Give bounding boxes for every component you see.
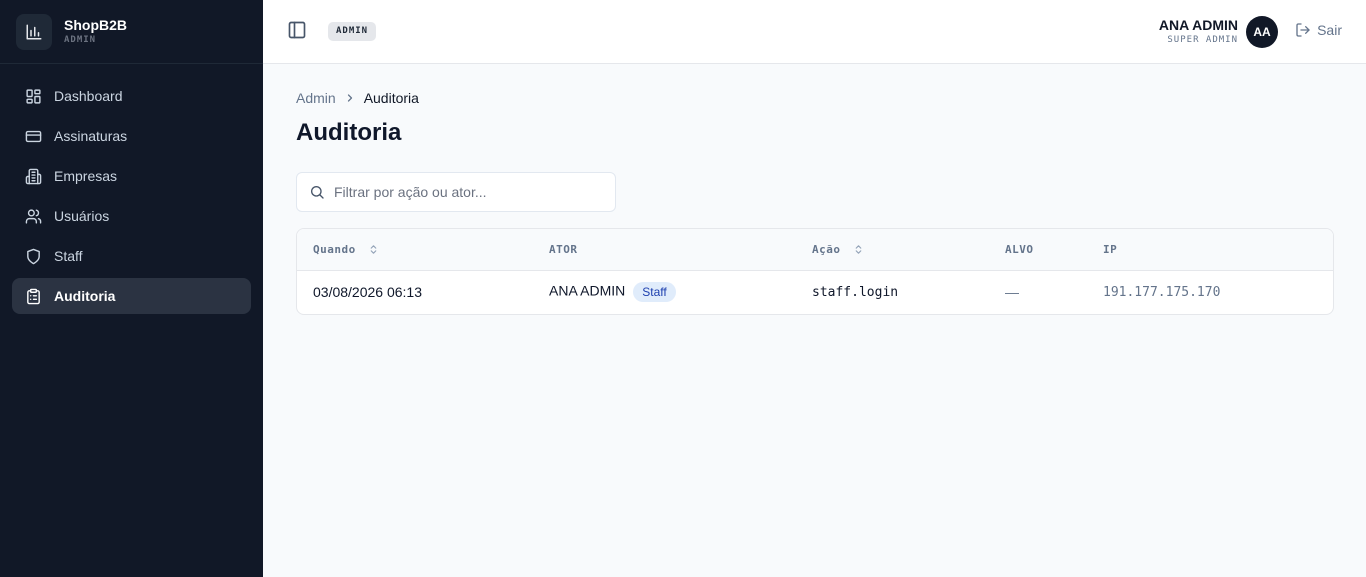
logout-button[interactable]: Sair — [1295, 22, 1342, 38]
main-content: Admin Auditoria Auditoria Quando — [296, 64, 1334, 315]
cell-action: staff.login — [812, 284, 899, 300]
sidebar-toggle-button[interactable] — [287, 20, 307, 45]
search-icon — [309, 184, 325, 200]
user-info: ANA ADMIN SUPER ADMIN — [1159, 16, 1238, 46]
cell-when: 03/08/2026 06:13 — [313, 284, 422, 301]
brand-name: ShopB2B — [64, 16, 127, 33]
bar-chart-icon — [16, 13, 52, 50]
column-header-quando[interactable]: Quando — [297, 229, 533, 270]
building-icon — [24, 167, 42, 185]
breadcrumb-item-admin[interactable]: Admin — [296, 90, 336, 106]
column-header-label: ALVO — [1005, 242, 1034, 256]
credit-card-icon — [24, 127, 42, 145]
column-header-acao[interactable]: Ação — [796, 229, 989, 270]
env-badge: ADMIN — [328, 22, 377, 41]
cell-actor: ANA ADMIN Staff — [533, 270, 796, 314]
sidebar-nav: Dashboard Assinaturas Empresas Usuários … — [0, 64, 263, 332]
table-header-row: Quando ATOR Ação ALVO IP — [297, 229, 1333, 270]
sort-icon — [853, 244, 864, 255]
sidebar-item-staff[interactable]: Staff — [12, 238, 251, 274]
avatar[interactable]: AA — [1246, 16, 1278, 48]
column-header-ator: ATOR — [533, 229, 796, 270]
breadcrumb: Admin Auditoria — [296, 90, 1334, 106]
audit-table: Quando ATOR Ação ALVO IP 03/08/2026 06:1… — [296, 228, 1334, 315]
brand-subtitle: ADMIN — [64, 34, 97, 45]
column-header-ip: IP — [1087, 229, 1333, 270]
top-header: ADMIN ANA ADMIN SUPER ADMIN AA Sair — [263, 0, 1366, 64]
breadcrumb-item-current: Auditoria — [363, 90, 419, 106]
column-header-label: ATOR — [549, 242, 578, 256]
page-title: Auditoria — [296, 119, 402, 146]
actor-name: ANA ADMIN — [549, 282, 626, 299]
brand: ShopB2B ADMIN — [0, 0, 263, 64]
sort-icon — [368, 244, 379, 255]
users-icon — [24, 207, 42, 225]
search-box — [296, 172, 616, 212]
dashboard-icon — [24, 87, 42, 105]
sidebar-item-label: Usuários — [54, 208, 110, 224]
shield-icon — [24, 247, 42, 265]
sidebar-item-label: Assinaturas — [54, 128, 128, 144]
sidebar-item-label: Dashboard — [54, 88, 123, 104]
column-header-label: Ação — [812, 242, 841, 256]
sidebar-item-label: Empresas — [54, 168, 118, 184]
sidebar-item-label: Staff — [54, 248, 83, 264]
cell-ip: 191.177.175.170 — [1103, 284, 1221, 300]
chevron-right-icon — [344, 92, 356, 104]
sidebar-item-dashboard[interactable]: Dashboard — [12, 78, 251, 114]
search-input[interactable] — [334, 184, 594, 200]
sidebar: ShopB2B ADMIN Dashboard Assinaturas Empr… — [0, 0, 263, 577]
sidebar-item-usuarios[interactable]: Usuários — [12, 198, 251, 234]
sidebar-item-assinaturas[interactable]: Assinaturas — [12, 118, 251, 154]
clipboard-icon — [24, 287, 42, 305]
cell-target: — — [1005, 284, 1019, 301]
sidebar-item-empresas[interactable]: Empresas — [12, 158, 251, 194]
staff-badge: Staff — [633, 282, 676, 303]
user-name: ANA ADMIN — [1158, 17, 1238, 33]
table-row[interactable]: 03/08/2026 06:13 ANA ADMIN Staff staff.lo… — [297, 270, 1333, 314]
logout-label: Sair — [1317, 22, 1342, 38]
sidebar-item-auditoria[interactable]: Auditoria — [12, 278, 251, 314]
sidebar-item-label: Auditoria — [54, 288, 116, 304]
column-header-label: IP — [1103, 242, 1118, 256]
panel-left-icon — [287, 20, 307, 45]
column-header-label: Quando — [313, 242, 356, 256]
column-header-alvo: ALVO — [989, 229, 1087, 270]
user-role: SUPER ADMIN — [1167, 35, 1238, 45]
logout-icon — [1295, 22, 1311, 38]
